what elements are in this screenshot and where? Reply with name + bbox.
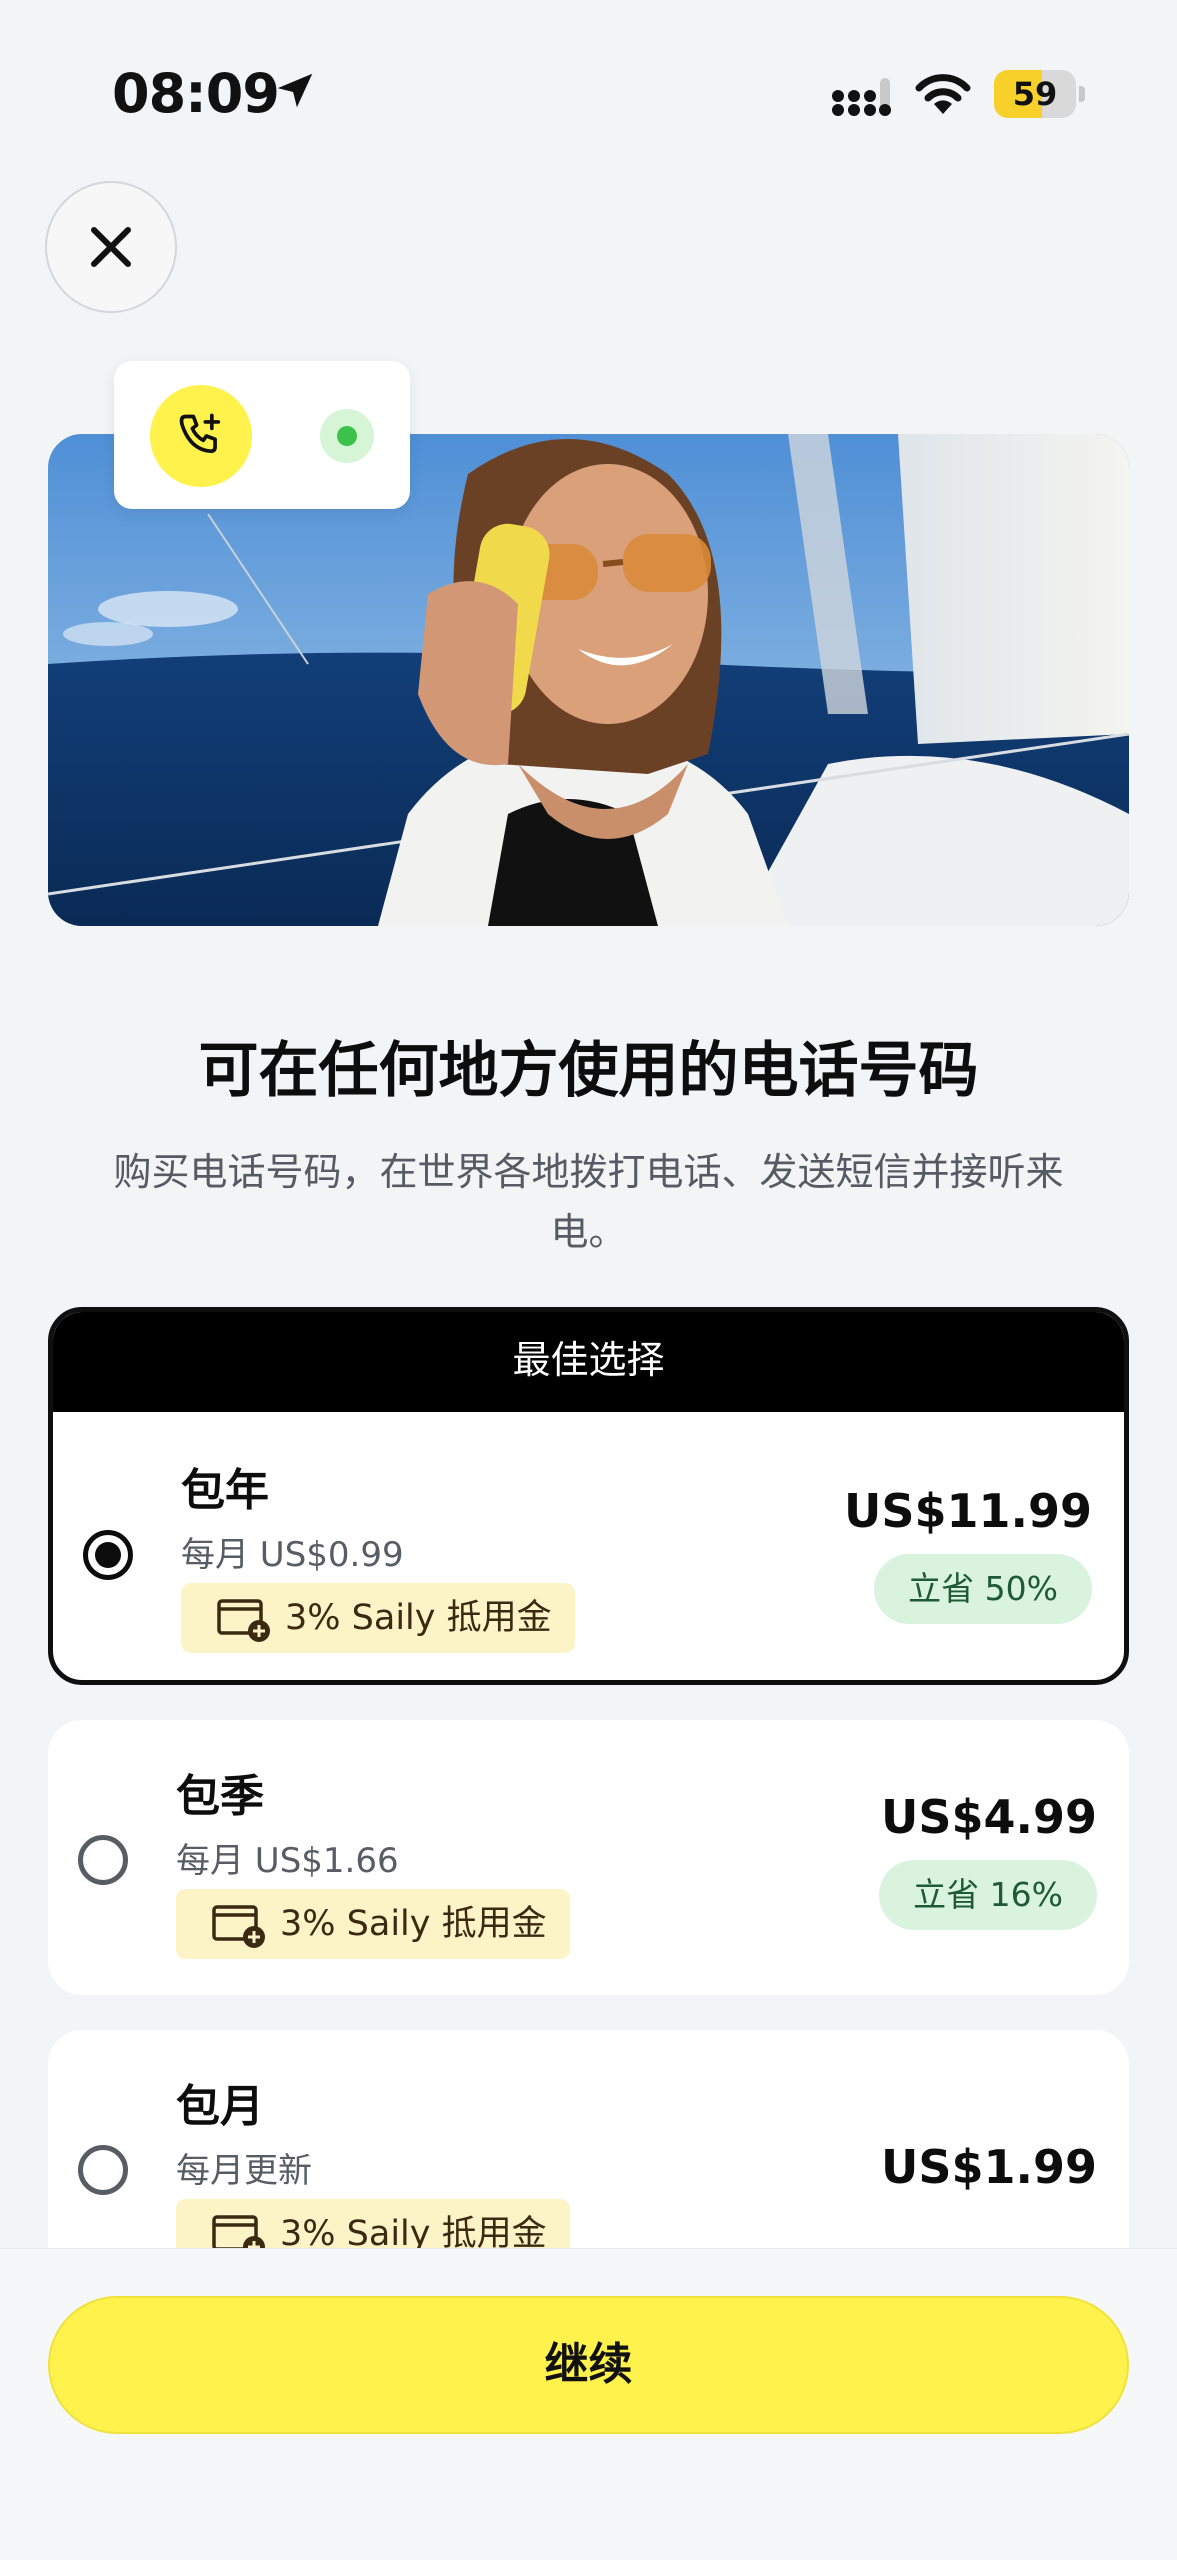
plan-monthly-price: 每月 US$0.99: [181, 1535, 404, 1575]
radio-unselected[interactable]: [78, 2145, 128, 2195]
plan-price: US$11.99: [844, 1484, 1092, 1538]
phone-plus-icon: [179, 413, 221, 454]
save-badge: 立省 50%: [874, 1554, 1092, 1624]
page-subtitle: 购买电话号码，在世界各地拨打电话、发送短信并接听来电。: [113, 1150, 1064, 1254]
close-icon: [91, 227, 131, 267]
phone-number-paywall: 08:09 59 可在任何地方使用的电话号码 购买电话号码，在世界各地拨打电话、…: [0, 0, 1177, 2560]
radio-unselected[interactable]: [78, 1835, 128, 1885]
wallet-plus-icon: [217, 1599, 270, 1642]
status-time: 08:09: [112, 62, 280, 125]
continue-button[interactable]: 继续: [48, 2296, 1129, 2434]
save-badge: 立省 16%: [879, 1860, 1097, 1930]
best-choice-banner: 最佳选择: [53, 1312, 1124, 1412]
radio-selected[interactable]: [83, 1530, 133, 1580]
cashback-badge: 3% Saily 抵用金: [176, 1889, 570, 1959]
cashback-label: 3% Saily 抵用金: [280, 1904, 547, 1944]
plan-option-yearly[interactable]: 最佳选择 包年 每月 US$0.99 3% Saily 抵用金 US$11.99…: [48, 1307, 1129, 1685]
plan-monthly-price: 每月 US$1.66: [176, 1841, 399, 1881]
online-indicator: [320, 409, 374, 463]
wallet-plus-icon: [212, 1905, 265, 1948]
plan-price: US$4.99: [881, 1790, 1097, 1844]
call-status-card: [114, 361, 410, 509]
plan-renewal-note: 每月更新: [176, 2151, 312, 2191]
plan-name: 包季: [176, 1771, 264, 1822]
cellular-signal-icon: [832, 78, 891, 116]
call-badge: [150, 385, 252, 487]
battery-percent: 59: [1012, 75, 1058, 113]
plan-name: 包年: [181, 1465, 269, 1516]
plan-price: US$1.99: [881, 2140, 1097, 2194]
close-button[interactable]: [45, 181, 177, 313]
plan-name: 包月: [176, 2081, 264, 2132]
battery-indicator: 59: [994, 70, 1085, 118]
location-arrow-icon: [277, 73, 313, 108]
plan-option-quarterly[interactable]: 包季 每月 US$1.66 3% Saily 抵用金 US$4.99 立省 16…: [48, 1720, 1129, 1995]
wifi-icon: [915, 74, 971, 114]
cashback-badge: 3% Saily 抵用金: [181, 1583, 575, 1653]
page-title: 可在任何地方使用的电话号码: [198, 1036, 979, 1106]
status-bar: 08:09 59: [0, 0, 1177, 190]
cashback-label: 3% Saily 抵用金: [285, 1598, 552, 1638]
